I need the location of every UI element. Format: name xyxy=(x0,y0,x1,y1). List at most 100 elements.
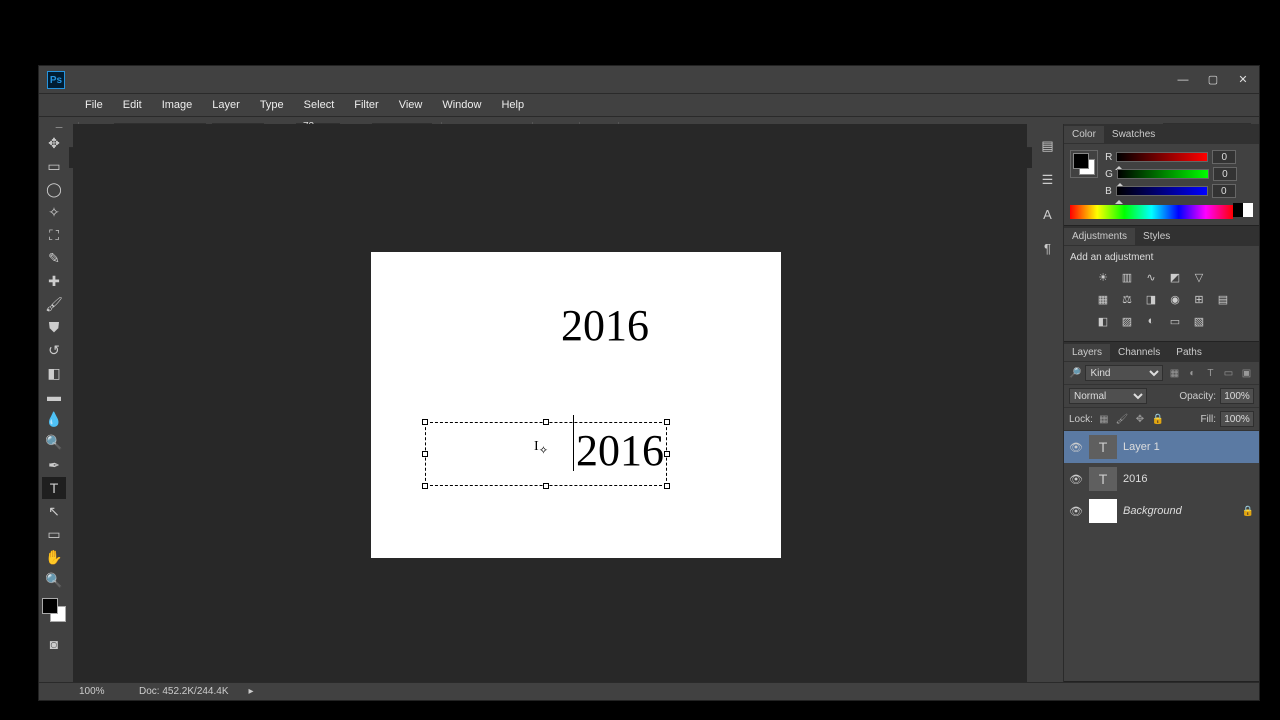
layer-name[interactable]: Background xyxy=(1123,505,1182,517)
handle-bot-right[interactable] xyxy=(664,483,670,489)
minimize-button[interactable]: — xyxy=(1169,70,1197,90)
visibility-icon[interactable]: 👁 xyxy=(1069,441,1083,454)
crop-tool[interactable]: ⛶ xyxy=(42,224,66,246)
layer-name[interactable]: Layer 1 xyxy=(1123,441,1160,453)
red-value-input[interactable] xyxy=(1212,150,1236,164)
levels-icon[interactable]: ▥ xyxy=(1118,269,1136,285)
layer-row[interactable]: 👁 T 2016 xyxy=(1064,463,1259,495)
quick-mask-tool[interactable]: ◙ xyxy=(42,633,66,655)
blend-mode-dropdown[interactable]: Normal xyxy=(1069,388,1147,404)
brush-tool[interactable]: 🖌 xyxy=(42,293,66,315)
blue-value-input[interactable] xyxy=(1212,184,1236,198)
handle-bot-mid[interactable] xyxy=(543,483,549,489)
color-lookup-icon[interactable]: ▤ xyxy=(1214,291,1232,307)
bw-icon[interactable]: ◨ xyxy=(1142,291,1160,307)
green-value-input[interactable] xyxy=(1213,167,1237,181)
canvas-text-2[interactable]: 2016 xyxy=(576,425,664,476)
tab-styles[interactable]: Styles xyxy=(1135,228,1178,245)
color-swatch-large[interactable] xyxy=(1070,150,1098,178)
selective-color-icon[interactable]: ▧ xyxy=(1190,313,1208,329)
filter-smart-icon[interactable]: ▣ xyxy=(1239,366,1253,380)
menu-filter[interactable]: Filter xyxy=(344,96,388,114)
foreground-color[interactable] xyxy=(42,598,58,614)
color-swatches[interactable] xyxy=(42,598,66,622)
menu-window[interactable]: Window xyxy=(432,96,491,114)
hue-icon[interactable]: ▦ xyxy=(1094,291,1112,307)
lock-image-icon[interactable]: 🖌 xyxy=(1115,412,1129,426)
spectrum-bw[interactable] xyxy=(1233,203,1253,217)
green-slider[interactable] xyxy=(1117,169,1209,179)
gradient-tool[interactable]: ▬ xyxy=(42,385,66,407)
filter-shape-icon[interactable]: ▭ xyxy=(1221,366,1235,380)
lock-transparent-icon[interactable]: ▦ xyxy=(1097,412,1111,426)
lasso-tool[interactable]: ◯ xyxy=(42,178,66,200)
lock-position-icon[interactable]: ✥ xyxy=(1133,412,1147,426)
filter-pixel-icon[interactable]: ▦ xyxy=(1167,366,1181,380)
tab-channels[interactable]: Channels xyxy=(1110,344,1168,361)
spectrum-bar[interactable] xyxy=(1070,205,1233,219)
zoom-input[interactable] xyxy=(79,686,119,697)
history-brush-tool[interactable]: ↺ xyxy=(42,339,66,361)
handle-top-mid[interactable] xyxy=(543,419,549,425)
eraser-tool[interactable]: ◧ xyxy=(42,362,66,384)
blue-slider[interactable] xyxy=(1116,186,1208,196)
filter-kind-dropdown[interactable]: Kind xyxy=(1085,365,1163,381)
brightness-icon[interactable]: ☀ xyxy=(1094,269,1112,285)
hand-tool[interactable]: ✋ xyxy=(42,546,66,568)
color-balance-icon[interactable]: ⚖ xyxy=(1118,291,1136,307)
lock-all-icon[interactable]: 🔒 xyxy=(1151,412,1165,426)
blur-tool[interactable]: 💧 xyxy=(42,408,66,430)
tab-paths[interactable]: Paths xyxy=(1168,344,1210,361)
visibility-icon[interactable]: 👁 xyxy=(1069,505,1083,518)
arrow-icon[interactable]: ▸ xyxy=(249,686,254,697)
filter-adjust-icon[interactable]: ◐ xyxy=(1185,366,1199,380)
pen-tool[interactable]: ✒ xyxy=(42,454,66,476)
zoom-tool[interactable]: 🔍 xyxy=(42,569,66,591)
posterize-icon[interactable]: ▨ xyxy=(1118,313,1136,329)
menu-type[interactable]: Type xyxy=(250,96,294,114)
layer-name[interactable]: 2016 xyxy=(1123,473,1147,485)
maximize-button[interactable]: ▢ xyxy=(1199,70,1227,90)
tab-adjustments[interactable]: Adjustments xyxy=(1064,228,1135,245)
photo-filter-icon[interactable]: ◉ xyxy=(1166,291,1184,307)
channel-mixer-icon[interactable]: ⊞ xyxy=(1190,291,1208,307)
clone-stamp-tool[interactable]: ⛊ xyxy=(42,316,66,338)
handle-mid-right[interactable] xyxy=(664,451,670,457)
handle-top-left[interactable] xyxy=(422,419,428,425)
menu-layer[interactable]: Layer xyxy=(202,96,250,114)
healing-brush-tool[interactable]: ✚ xyxy=(42,270,66,292)
menu-file[interactable]: File xyxy=(75,96,113,114)
layer-row[interactable]: 👁 Background 🔒 xyxy=(1064,495,1259,527)
vibrance-icon[interactable]: ▽ xyxy=(1190,269,1208,285)
canvas[interactable]: 2016 xyxy=(371,252,781,558)
menu-image[interactable]: Image xyxy=(152,96,203,114)
paragraph-panel-icon[interactable]: ¶ xyxy=(1038,238,1058,258)
menu-select[interactable]: Select xyxy=(294,96,345,114)
rectangle-tool[interactable]: ▭ xyxy=(42,523,66,545)
handle-bot-left[interactable] xyxy=(422,483,428,489)
magic-wand-tool[interactable]: ✧ xyxy=(42,201,66,223)
properties-panel-icon[interactable]: ☰ xyxy=(1038,170,1058,190)
invert-icon[interactable]: ◧ xyxy=(1094,313,1112,329)
path-selection-tool[interactable]: ↖ xyxy=(42,500,66,522)
filter-type-icon[interactable]: T xyxy=(1203,366,1217,380)
threshold-icon[interactable]: ◐ xyxy=(1142,313,1160,329)
eyedropper-tool[interactable]: ✎ xyxy=(42,247,66,269)
move-tool[interactable]: ✥ xyxy=(42,132,66,154)
character-panel-icon[interactable]: A xyxy=(1038,204,1058,224)
exposure-icon[interactable]: ◩ xyxy=(1166,269,1184,285)
gradient-map-icon[interactable]: ▭ xyxy=(1166,313,1184,329)
dodge-tool[interactable]: 🔍 xyxy=(42,431,66,453)
layer-row[interactable]: 👁 T Layer 1 xyxy=(1064,431,1259,463)
menu-help[interactable]: Help xyxy=(491,96,534,114)
fill-input[interactable] xyxy=(1220,411,1254,427)
tab-swatches[interactable]: Swatches xyxy=(1104,126,1163,143)
tab-layers[interactable]: Layers xyxy=(1064,344,1110,361)
marquee-tool[interactable]: ▭ xyxy=(42,155,66,177)
tab-color[interactable]: Color xyxy=(1064,126,1104,143)
text-bounding-box[interactable]: 2016 I✧ xyxy=(425,422,667,486)
handle-mid-left[interactable] xyxy=(422,451,428,457)
opacity-input[interactable] xyxy=(1220,388,1254,404)
menu-edit[interactable]: Edit xyxy=(113,96,152,114)
type-tool[interactable]: T xyxy=(42,477,66,499)
